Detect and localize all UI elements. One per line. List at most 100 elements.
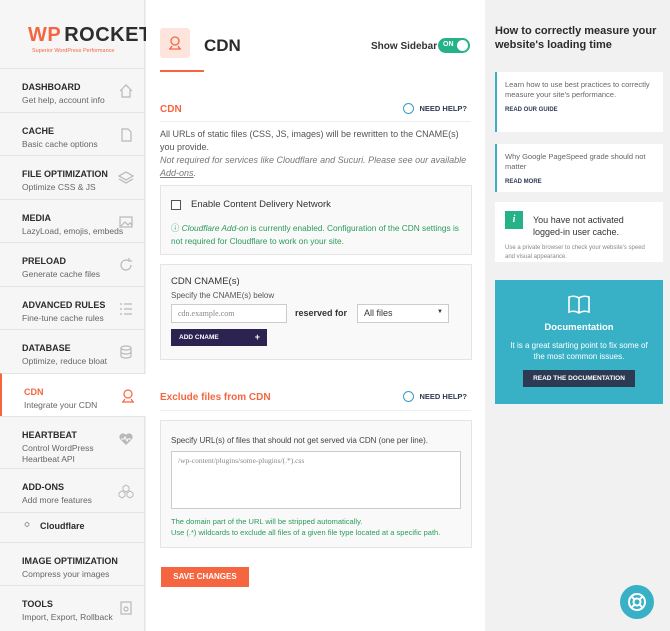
plus-icon: +: [254, 332, 260, 342]
section-divider: [160, 121, 471, 122]
right-panel-title: How to correctly measure your website's …: [495, 25, 657, 51]
cache-notice-text: You have not activated logged-in user ca…: [533, 215, 624, 237]
book-icon: [568, 295, 590, 314]
tab-underline: [160, 70, 204, 72]
help-label: NEED HELP?: [419, 392, 467, 401]
documentation-desc: It is a great starting point to fix some…: [510, 341, 648, 361]
nav-title: IMAGE OPTIMIZATION: [22, 555, 118, 566]
cname-title: CDN CNAME(s): [171, 276, 240, 287]
documentation-title: Documentation: [544, 322, 614, 333]
guide-link[interactable]: READ OUR GUIDE: [505, 107, 655, 113]
section-divider: [160, 410, 471, 411]
exclude-box: Specify URL(s) of files that should not …: [160, 420, 472, 548]
cname-subtitle: Specify the CNAME(s) below: [171, 291, 275, 300]
enable-cdn-box: Enable Content Delivery Network ⓘ Cloudf…: [160, 185, 472, 255]
sidebar-item-media[interactable]: MEDIA LazyLoad, emojis, embeds: [0, 198, 144, 243]
nav-subtitle: Control WordPress Heartbeat API: [22, 443, 94, 464]
toggle-knob: [457, 40, 468, 51]
image-icon: [119, 215, 133, 228]
guide-card[interactable]: Learn how to use best practices to corre…: [495, 72, 663, 132]
main-content: CDN Show Sidebar ON CDN NEED HELP? All U…: [146, 0, 485, 631]
logo-tagline: Superior WordPress Performance: [32, 48, 115, 54]
cdn-note-end: .: [193, 168, 197, 178]
help-label: NEED HELP?: [419, 104, 467, 113]
cdn-icon: [122, 388, 134, 403]
toggle-label: ON: [443, 41, 454, 48]
logo-wp: WP: [28, 24, 62, 46]
add-cname-label: ADD CNAME: [179, 334, 219, 341]
layers-icon: [118, 171, 134, 184]
file-icon: [121, 127, 132, 142]
info-icon: i: [505, 211, 523, 229]
nav-title: Cloudflare: [40, 520, 85, 531]
home-icon: [119, 84, 133, 98]
exclude-help-link[interactable]: NEED HELP?: [403, 391, 467, 402]
page-title: CDN: [204, 36, 241, 55]
chevron-down-icon: ▼: [437, 309, 443, 315]
sidebar-item-cloudflare[interactable]: Cloudflare: [0, 511, 144, 542]
heartbeat-icon: [119, 433, 133, 445]
exclude-note-1: The domain part of the URL will be strip…: [171, 517, 363, 526]
logo[interactable]: WP ROCKET Superior WordPress Performance: [0, 0, 151, 68]
cdn-section-title: CDN: [160, 104, 182, 115]
sidebar-item-advanced-rules[interactable]: ADVANCED RULES Fine-tune cache rules: [0, 285, 144, 330]
cloudflare-addon-text: Cloudflare Add-on: [181, 223, 249, 233]
guide-text: Learn how to use best practices to corre…: [505, 80, 650, 99]
list-icon: [120, 302, 132, 315]
documentation-card: Documentation It is a great starting poi…: [495, 280, 663, 404]
reserved-for-label: reserved for: [295, 308, 348, 318]
exclude-notes: The domain part of the URL will be strip…: [171, 516, 471, 538]
sidebar-item-image-optimization[interactable]: IMAGE OPTIMIZATION Compress your images: [0, 541, 144, 586]
support-lifebuoy-icon[interactable]: [620, 585, 654, 619]
sidebar-item-cache[interactable]: CACHE Basic cache options: [0, 111, 144, 156]
select-value: All files: [364, 308, 393, 318]
help-icon: [403, 103, 415, 114]
cdn-description: All URLs of static files (CSS, JS, image…: [160, 128, 470, 180]
sidebar-item-dashboard[interactable]: DASHBOARD Get help, account info: [0, 68, 144, 112]
help-icon: [403, 391, 415, 402]
cdn-description-text: All URLs of static files (CSS, JS, image…: [160, 129, 459, 152]
cloudflare-note: ⓘ Cloudflare Add-on is currently enabled…: [171, 222, 466, 248]
exclude-description: Specify URL(s) of files that should not …: [171, 436, 429, 445]
sidebar-item-file-optimization[interactable]: FILE OPTIMIZATION Optimize CSS & JS: [0, 155, 144, 199]
read-documentation-button[interactable]: READ THE DOCUMENTATION: [523, 370, 635, 387]
cname-input[interactable]: cdn.example.com: [171, 304, 287, 323]
tools-icon: [120, 601, 132, 615]
cdn-tab-icon[interactable]: [160, 28, 190, 58]
cdn-help-link[interactable]: NEED HELP?: [403, 103, 467, 114]
database-icon: [120, 345, 132, 359]
cdn-note-text: Not required for services like Cloudflar…: [160, 155, 467, 165]
sidebar-item-add-ons[interactable]: ADD-ONS Add more features: [0, 468, 144, 512]
cache-notice: i You have not activated logged-in user …: [495, 202, 663, 262]
sidebar-item-cdn[interactable]: CDN Integrate your CDN: [0, 372, 146, 416]
reserved-for-select[interactable]: All files ▼: [357, 304, 449, 323]
page-header: CDN Show Sidebar ON: [146, 0, 485, 72]
show-sidebar-label: Show Sidebar: [371, 41, 438, 52]
nav-subtitle: Compress your images: [22, 568, 110, 579]
sidebar-item-database[interactable]: DATABASE Optimize, reduce bloat: [0, 329, 144, 373]
pagespeed-card[interactable]: Why Google PageSpeed grade should not ma…: [495, 144, 663, 192]
refresh-icon: [120, 258, 132, 271]
cache-notice-subtext: Use a private browser to check your webs…: [505, 245, 645, 260]
cloudflare-icon: [24, 521, 30, 527]
pagespeed-text: Why Google PageSpeed grade should not ma…: [505, 152, 646, 171]
enable-cdn-checkbox[interactable]: [171, 199, 181, 210]
exclude-section-title: Exclude files from CDN: [160, 392, 271, 403]
enable-cdn-option[interactable]: Enable Content Delivery Network: [171, 199, 331, 210]
right-panel: How to correctly measure your website's …: [485, 0, 670, 631]
save-changes-button[interactable]: SAVE CHANGES: [161, 567, 249, 587]
sidebar: WP ROCKET Superior WordPress Performance …: [0, 0, 151, 631]
sidebar-item-heartbeat[interactable]: HEARTBEAT Control WordPress Heartbeat AP…: [0, 416, 144, 468]
add-cname-button[interactable]: ADD CNAME +: [171, 329, 267, 346]
exclude-textarea[interactable]: /wp-content/plugins/some-plugins/(.*).cs…: [171, 451, 461, 509]
cname-box: CDN CNAME(s) Specify the CNAME(s) below …: [160, 264, 472, 360]
logo-name: ROCKET: [64, 24, 152, 46]
show-sidebar-toggle[interactable]: ON: [438, 38, 470, 53]
enable-cdn-label: Enable Content Delivery Network: [191, 199, 331, 210]
info-icon: ⓘ: [171, 223, 182, 233]
addons-link[interactable]: Add-ons: [160, 168, 194, 178]
sidebar-item-preload[interactable]: PRELOAD Generate cache files: [0, 242, 144, 286]
sidebar-item-tools[interactable]: TOOLS Import, Export, Rollback: [0, 585, 144, 629]
cubes-icon: [118, 484, 134, 499]
read-more-link[interactable]: READ MORE: [505, 179, 655, 185]
